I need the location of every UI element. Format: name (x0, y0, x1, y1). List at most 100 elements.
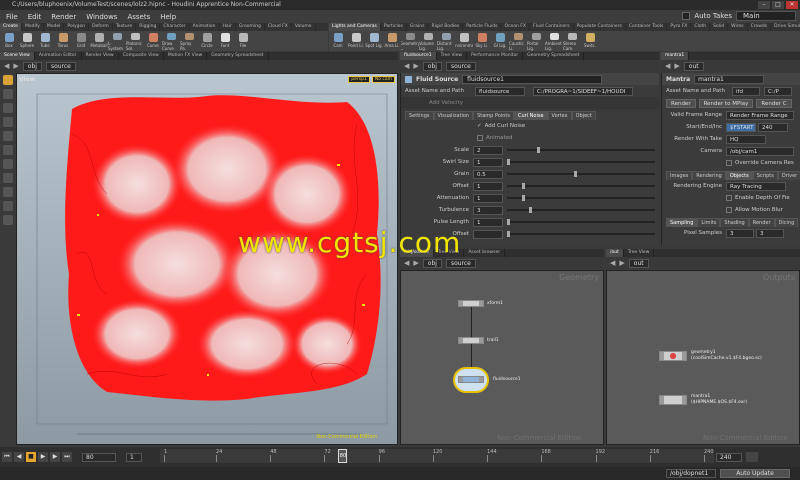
shelf-tab-right-12[interactable]: Wires (728, 23, 748, 31)
shelf-tab-right-9[interactable]: Pyro FX (667, 23, 692, 31)
shelf-tab-left-0[interactable]: Create (0, 23, 22, 31)
move-tool-icon[interactable] (3, 89, 13, 99)
menu-help[interactable]: Help (160, 13, 176, 21)
shelf-tab-left-11[interactable]: Cloud FX (265, 23, 292, 31)
shelf-tool-right-5[interactable]: Volume Lig. (419, 31, 437, 51)
step-forward-button[interactable]: ▶ (50, 452, 60, 462)
mantra-asset-name[interactable]: ifd (732, 86, 760, 96)
net-right-tab-0[interactable]: /out (606, 249, 624, 257)
shelf-tab-left-2[interactable]: Model (44, 23, 65, 31)
menu-edit[interactable]: Edit (28, 13, 42, 21)
node-xform1[interactable] (458, 300, 484, 307)
param-slider[interactable] (507, 159, 655, 165)
shelf-tool-left-1[interactable]: Sphere (18, 31, 36, 51)
param-sub-tab-4[interactable]: Vortex (547, 111, 572, 120)
add-velocity-label[interactable]: Add Velocity (405, 100, 463, 106)
param-sub-tab-2[interactable]: Stamp Points (473, 111, 514, 120)
shelf-tool-left-0[interactable]: Box (0, 31, 18, 51)
status-path[interactable]: /obj/dopnet1 (666, 469, 716, 478)
back-arrow-icon[interactable]: ◀ (4, 62, 9, 70)
node-name-field[interactable]: fluidsource1 (462, 74, 603, 84)
shelf-tool-left-13[interactable]: File (234, 31, 252, 51)
render-to-mplay-button[interactable]: Render to MPlay (698, 98, 754, 108)
maximize-button[interactable]: □ (772, 1, 784, 9)
view-tool-icon[interactable] (3, 159, 13, 169)
param-slider[interactable] (507, 183, 655, 189)
menu-windows[interactable]: Windows (86, 13, 117, 21)
jump-end-button[interactable]: ⏭ (62, 452, 72, 462)
net-right-path-out[interactable]: out (628, 258, 649, 268)
param-slider[interactable] (507, 219, 655, 225)
override-cam-checkbox[interactable] (726, 160, 732, 166)
param-slider[interactable] (507, 171, 655, 177)
param-value-field[interactable]: 1 (473, 193, 503, 203)
snap-tool-icon[interactable] (3, 187, 13, 197)
end-frame-input[interactable]: 240 (716, 452, 742, 462)
current-frame-field[interactable]: 80 (82, 452, 116, 462)
network-editor-outputs[interactable]: Outputs geometry1 (coolSimCache.v1.$F4.b… (606, 270, 800, 445)
shelf-tab-left-3[interactable]: Polygon (64, 23, 90, 31)
animated-checkbox[interactable] (477, 135, 483, 141)
mantra-sub-tab-2[interactable]: Objects (725, 171, 753, 180)
mantra-sub-tab2-1[interactable]: Limits (697, 218, 721, 227)
auto-takes-checkbox[interactable] (682, 12, 691, 20)
dof-checkbox[interactable] (726, 195, 732, 201)
shelf-tool-left-3[interactable]: Torus (54, 31, 72, 51)
grid-tool-icon[interactable] (3, 215, 13, 225)
shelf-tab-left-4[interactable]: Deform (89, 23, 113, 31)
shelf-tab-right-2[interactable]: Grains (407, 23, 429, 31)
path-obj[interactable]: obj (22, 61, 42, 71)
param-slider[interactable] (507, 147, 655, 153)
shelf-tool-right-14[interactable]: Switc. (581, 31, 599, 51)
rotate-tool-icon[interactable] (3, 103, 13, 113)
timeline-ruler[interactable]: 80 1 24 48 72 96 120 144 168 192 216 240 (160, 449, 714, 463)
close-button[interactable]: ✕ (786, 1, 798, 9)
forward-arrow-icon[interactable]: ▶ (13, 62, 18, 70)
shelf-tool-right-0[interactable]: Cam (329, 31, 347, 51)
pixel-samples-y[interactable]: 3 (756, 228, 784, 238)
param-tab-2[interactable]: Performance Monitor (467, 52, 524, 60)
mantra-sub-tab-0[interactable]: Images (666, 171, 693, 180)
param-value-field[interactable] (473, 229, 503, 239)
mantra-forward-arrow-icon[interactable]: ▶ (674, 62, 679, 70)
shelf-tool-left-4[interactable]: Grid (72, 31, 90, 51)
shelf-tab-right-13[interactable]: Crowds (748, 23, 772, 31)
playhead[interactable]: 80 (338, 449, 348, 463)
mantra-sub-tab2-0[interactable]: Sampling (666, 218, 698, 227)
asset-name-field[interactable]: fluidsource (475, 86, 525, 96)
shelf-tool-right-10[interactable]: Caustic Li. (509, 31, 527, 51)
render-button[interactable]: Render (666, 98, 696, 108)
desktop-select[interactable]: Main (736, 11, 796, 21)
pose-tool-icon[interactable] (3, 131, 13, 141)
menu-assets[interactable]: Assets (127, 13, 150, 21)
param-value-field[interactable]: 3 (473, 205, 503, 215)
param-tab-1[interactable]: Tree View (437, 52, 468, 60)
mantra-sub-tab-1[interactable]: Rendering (692, 171, 726, 180)
auto-update-select[interactable]: Auto Update (720, 469, 790, 478)
shelf-tab-left-10[interactable]: Grooming (236, 23, 265, 31)
mantra-tab-0[interactable]: mantra1 (661, 52, 690, 60)
param-value-field[interactable]: 1 (473, 217, 503, 227)
param-value-field[interactable]: 1 (473, 157, 503, 167)
shelf-tab-left-8[interactable]: Animation (190, 23, 220, 31)
asset-path-field[interactable]: C:/PROGRA~1/SIDEEF~1/HOUDI (533, 86, 633, 96)
scene-view-tab-2[interactable]: Render View (82, 52, 119, 60)
net-left-path-obj[interactable]: obj (422, 258, 442, 268)
mantra-back-arrow-icon[interactable]: ◀ (665, 62, 670, 70)
param-path-obj[interactable]: obj (422, 61, 442, 71)
end-frame-field[interactable]: 240 (758, 122, 788, 132)
start-frame-input[interactable]: 1 (126, 452, 142, 462)
mantra-sub-tab2-2[interactable]: Shading (720, 218, 749, 227)
shelf-tool-right-6[interactable]: Distant Lig. (437, 31, 455, 51)
mantra-asset-path[interactable]: C:/P (764, 86, 792, 96)
param-sub-tab-1[interactable]: Visualization (433, 111, 474, 120)
shelf-tool-right-2[interactable]: Spot Lig. (365, 31, 383, 51)
scale-tool-icon[interactable] (3, 117, 13, 127)
shelf-tab-right-10[interactable]: Cloth (691, 23, 711, 31)
path-source[interactable]: source (45, 61, 76, 71)
param-sub-tab-0[interactable]: Settings (405, 111, 434, 120)
shelf-tool-right-3[interactable]: Area Li. (383, 31, 401, 51)
shelf-tab-right-4[interactable]: Particle Fluids (463, 23, 502, 31)
param-value-field[interactable]: 1 (473, 181, 503, 191)
mantra-path-out[interactable]: out (683, 61, 704, 71)
